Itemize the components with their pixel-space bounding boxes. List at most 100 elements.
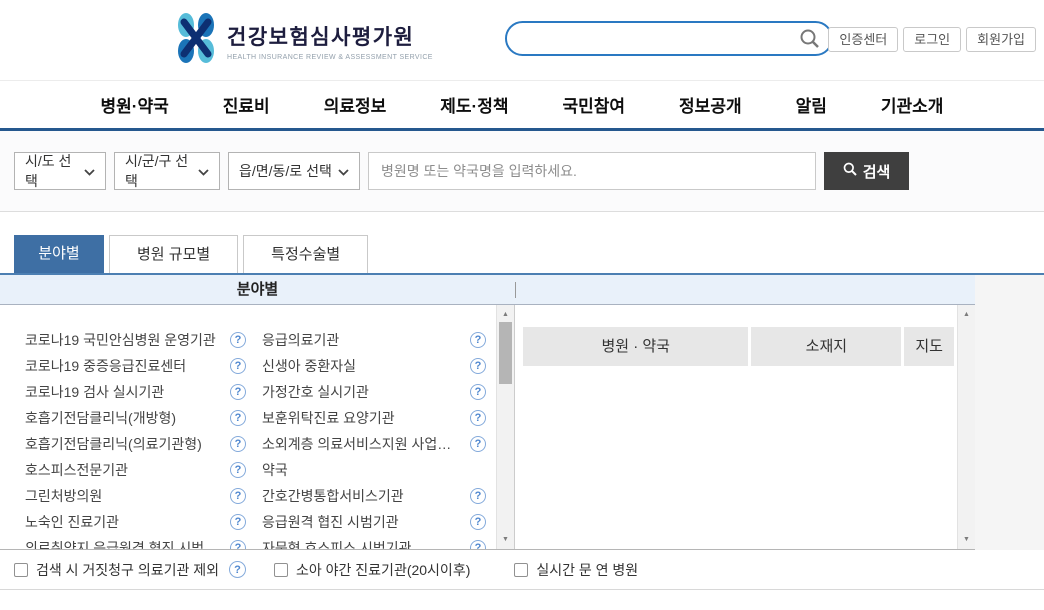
checkbox-pediatric-night-clinic[interactable]: 소아 야간 진료기관(20시이후)	[274, 560, 470, 580]
right-gutter	[975, 275, 1044, 550]
category-item[interactable]: 소외계층 의료서비스지원 사업… ?	[262, 431, 486, 457]
panels-row: 코로나19 국민안심병원 운영기관 ? 코로나19 중증응급진료센터 ? 코로나…	[0, 305, 975, 550]
chevron-down-icon	[84, 163, 95, 179]
category-columns: 코로나19 국민안심병원 운영기관 ? 코로나19 중증응급진료센터 ? 코로나…	[25, 327, 514, 549]
help-icon[interactable]: ?	[230, 436, 246, 452]
login-button[interactable]: 로그인	[903, 27, 961, 52]
nav-item-about[interactable]: 기관소개	[881, 92, 944, 117]
category-item[interactable]: 신생아 중환자실 ?	[262, 353, 486, 379]
nav-item-notice[interactable]: 알림	[796, 92, 827, 117]
hira-logo[interactable]: 건강보험심사평가원 HEALTH INSURANCE REVIEW & ASSE…	[175, 13, 433, 68]
search-filter-bar: 시/도 선택 시/군/구 선택 읍/면/동/로 선택 검색	[0, 131, 1044, 212]
help-icon[interactable]: ?	[230, 462, 246, 478]
help-icon[interactable]: ?	[470, 436, 486, 452]
footer-filter-bar: 검색 시 거짓청구 의료기관 제외 ? 소아 야간 진료기관(20시이후) 실시…	[0, 550, 1044, 590]
help-icon[interactable]: ?	[230, 332, 246, 348]
help-icon[interactable]: ?	[229, 561, 246, 578]
header-search-input[interactable]	[505, 21, 833, 56]
help-icon[interactable]: ?	[470, 540, 486, 549]
category-item[interactable]: 가정간호 실시기관 ?	[262, 379, 486, 405]
sigungu-select[interactable]: 시/군/구 선택	[114, 152, 220, 190]
hira-logo-mark-icon	[175, 13, 217, 68]
nav-item-disclosure[interactable]: 정보공개	[679, 92, 742, 117]
help-icon[interactable]: ?	[230, 540, 246, 549]
scroll-up-icon[interactable]: ▲	[958, 311, 975, 318]
category-item[interactable]: 코로나19 검사 실시기관 ?	[25, 379, 246, 405]
auth-center-button[interactable]: 인증센터	[828, 27, 898, 52]
category-item[interactable]: 의료취약지 응급원격 협진 시범 ?	[25, 535, 246, 549]
keyword-input[interactable]	[368, 152, 816, 190]
panel-header-divider	[515, 282, 516, 298]
lower-section: 분야별 코로나19 국민안심병원 운영기관 ? 코로나19 중증응급진료센터 ?	[0, 275, 1044, 550]
help-icon[interactable]: ?	[230, 384, 246, 400]
scrollbar-thumb[interactable]	[499, 322, 512, 384]
main-nav: 병원·약국 진료비 의료정보 제도·정책 국민참여 정보공개 알림 기관소개	[0, 80, 1044, 131]
category-list-column-2: 응급의료기관 ? 신생아 중환자실 ? 가정간호 실시기관 ? 보훈위탁진료 요…	[262, 327, 486, 549]
category-item[interactable]: 자문형 호스피스 시범기관 ?	[262, 535, 486, 549]
help-icon[interactable]: ?	[470, 488, 486, 504]
panel-header-title: 분야별	[0, 275, 515, 305]
help-icon[interactable]: ?	[230, 358, 246, 374]
nav-item-participation[interactable]: 국민참여	[562, 92, 625, 117]
help-icon[interactable]: ?	[470, 358, 486, 374]
sido-select[interactable]: 시/도 선택	[14, 152, 106, 190]
category-item[interactable]: 호흡기전담클리닉(의료기관형) ?	[25, 431, 246, 457]
category-item[interactable]: 코로나19 중증응급진료센터 ?	[25, 353, 246, 379]
help-icon[interactable]: ?	[230, 410, 246, 426]
tab-by-hospital-size[interactable]: 병원 규모별	[109, 235, 238, 273]
checkbox-open-now-hospitals[interactable]: 실시간 문 연 병원	[514, 560, 638, 580]
category-item[interactable]: 응급원격 협진 시범기관 ?	[262, 509, 486, 535]
category-item[interactable]: 보훈위탁진료 요양기관 ?	[262, 405, 486, 431]
results-scrollbar[interactable]: ▲ ▼	[957, 305, 975, 549]
nav-item-medical-fee[interactable]: 진료비	[223, 92, 270, 117]
results-table-header: 병원 · 약국 소재지 지도	[523, 327, 954, 366]
scroll-down-icon[interactable]: ▼	[958, 536, 975, 543]
category-item[interactable]: 응급의료기관 ?	[262, 327, 486, 353]
signup-button[interactable]: 회원가입	[966, 27, 1036, 52]
category-list-column-1: 코로나19 국민안심병원 운영기관 ? 코로나19 중증응급진료센터 ? 코로나…	[25, 327, 246, 549]
checkbox-input[interactable]	[514, 563, 528, 577]
help-icon[interactable]: ?	[470, 332, 486, 348]
checkbox-label: 실시간 문 연 병원	[536, 560, 638, 580]
checkbox-input[interactable]	[274, 563, 288, 577]
search-button[interactable]: 검색	[824, 152, 909, 190]
category-item[interactable]: 간호간병통합서비스기관 ?	[262, 483, 486, 509]
help-icon[interactable]: ?	[230, 488, 246, 504]
category-tabs: 분야별 병원 규모별 특정수술별	[0, 212, 1044, 275]
site-header: 건강보험심사평가원 HEALTH INSURANCE REVIEW & ASSE…	[0, 0, 1044, 80]
nav-item-policy[interactable]: 제도·정책	[440, 92, 508, 117]
column-header-location: 소재지	[751, 327, 901, 366]
main-content: 분야별 코로나19 국민안심병원 운영기관 ? 코로나19 중증응급진료센터 ?	[0, 275, 975, 550]
help-icon[interactable]: ?	[470, 384, 486, 400]
tab-by-surgery[interactable]: 특정수술별	[243, 235, 368, 273]
help-icon[interactable]: ?	[230, 514, 246, 530]
logo-subtitle: HEALTH INSURANCE REVIEW & ASSESSMENT SER…	[227, 54, 433, 61]
results-panel: 병원 · 약국 소재지 지도 ▲ ▼	[515, 305, 975, 549]
category-scrollbar[interactable]: ▲ ▼	[496, 305, 514, 549]
header-utility-links: 인증센터 로그인 회원가입	[828, 27, 1036, 52]
checkbox-input[interactable]	[14, 563, 28, 577]
checkbox-exclude-false-claims[interactable]: 검색 시 거짓청구 의료기관 제외 ?	[14, 560, 246, 580]
category-item[interactable]: 약국	[262, 457, 486, 483]
category-item[interactable]: 노숙인 진료기관 ?	[25, 509, 246, 535]
category-item[interactable]: 코로나19 국민안심병원 운영기관 ?	[25, 327, 246, 353]
help-icon[interactable]: ?	[470, 410, 486, 426]
logo-title: 건강보험심사평가원	[227, 21, 433, 51]
category-item[interactable]: 그린처방의원 ?	[25, 483, 246, 509]
dong-select[interactable]: 읍/면/동/로 선택	[228, 152, 360, 190]
checkbox-label: 검색 시 거짓청구 의료기관 제외	[36, 560, 219, 580]
search-icon[interactable]	[799, 28, 821, 55]
category-item[interactable]: 호흡기전담클리닉(개방형) ?	[25, 405, 246, 431]
search-icon	[843, 162, 857, 180]
help-icon[interactable]: ?	[470, 514, 486, 530]
category-panel: 코로나19 국민안심병원 운영기관 ? 코로나19 중증응급진료센터 ? 코로나…	[0, 305, 515, 549]
category-item[interactable]: 호스피스전문기관 ?	[25, 457, 246, 483]
scroll-down-icon[interactable]: ▼	[497, 536, 514, 543]
tab-by-field[interactable]: 분야별	[14, 235, 104, 273]
header-search-box	[505, 21, 833, 56]
nav-item-medical-info[interactable]: 의료정보	[324, 92, 387, 117]
checkbox-label: 소아 야간 진료기관(20시이후)	[296, 560, 470, 580]
column-header-hospital-pharmacy: 병원 · 약국	[523, 327, 748, 366]
scroll-up-icon[interactable]: ▲	[497, 311, 514, 318]
nav-item-hospital-pharmacy[interactable]: 병원·약국	[101, 92, 169, 117]
